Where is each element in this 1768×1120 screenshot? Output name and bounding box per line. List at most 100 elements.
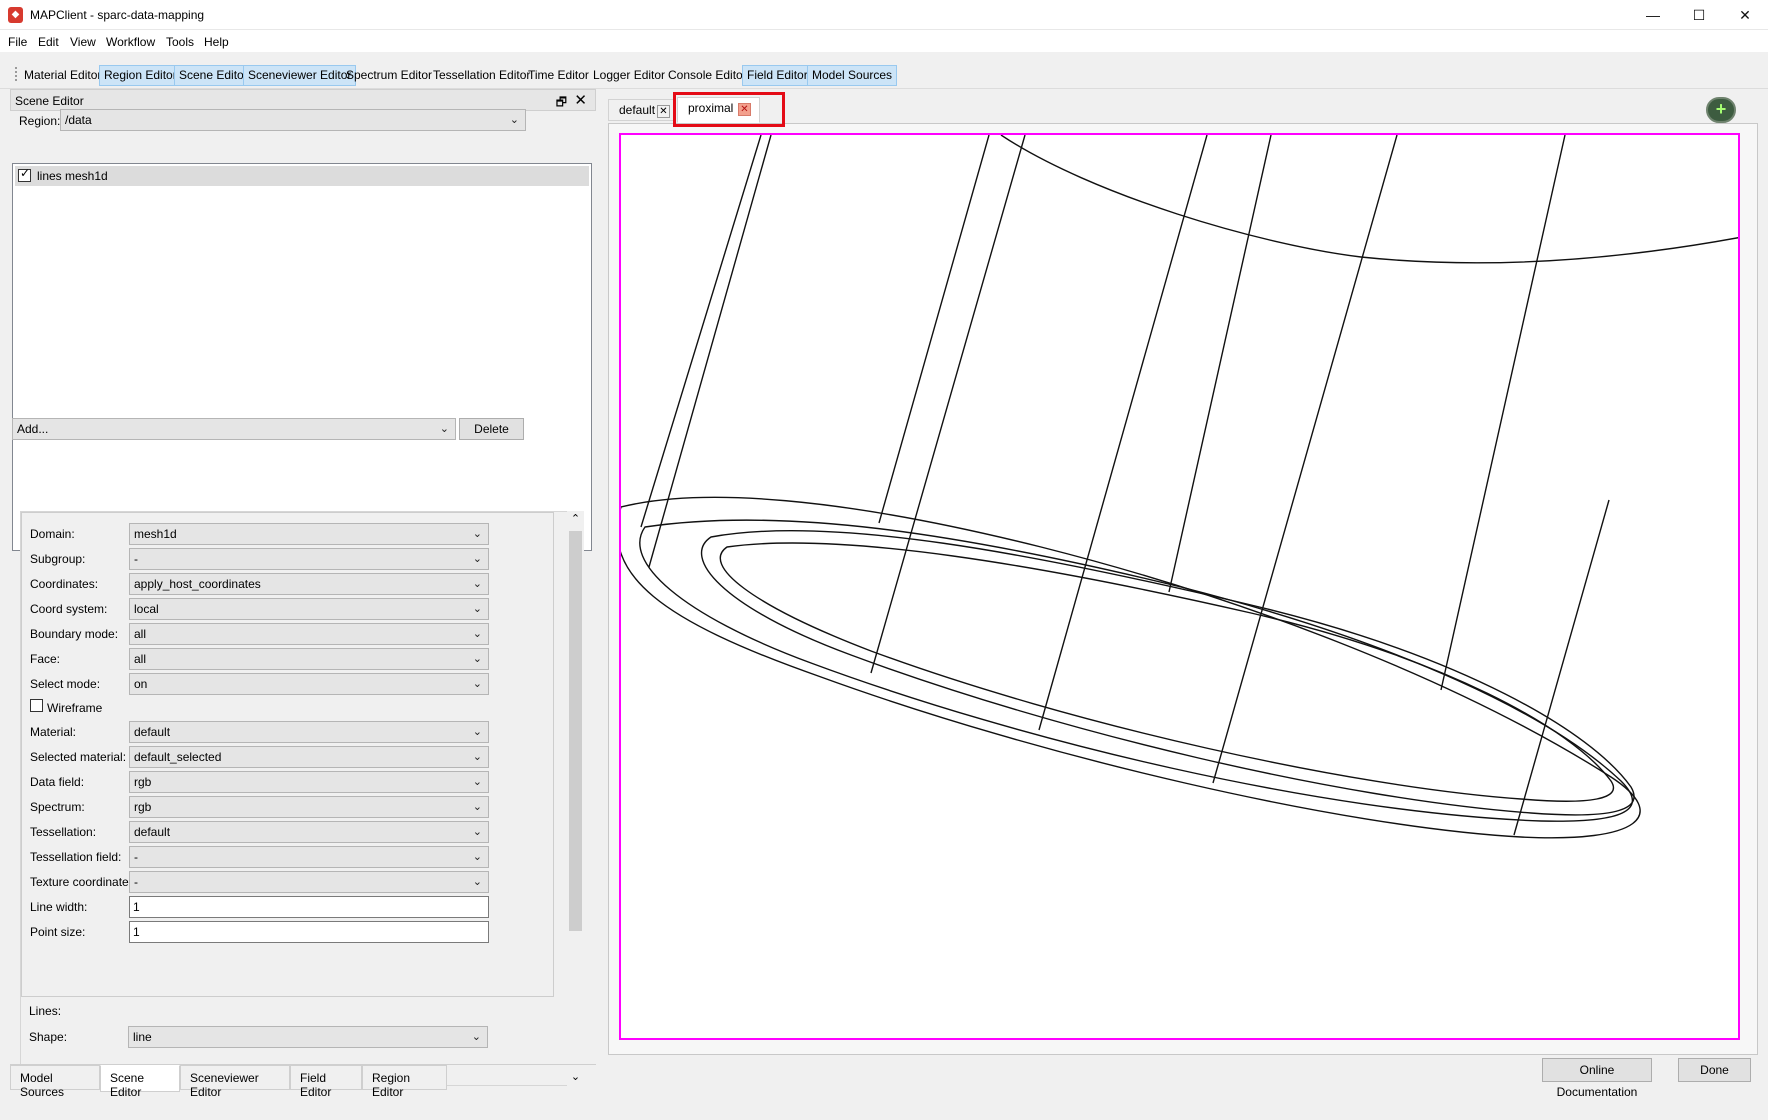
mesh-line (640, 135, 762, 528)
tab-field-editor[interactable]: Field Editor (290, 1065, 362, 1099)
wireframe-label: Wireframe (47, 701, 103, 715)
done-button[interactable]: Done (1678, 1058, 1751, 1082)
tab-default[interactable]: default ✕ (608, 99, 676, 121)
tab-model-sources[interactable]: Model Sources (10, 1065, 100, 1099)
tab-region-editor[interactable]: Region Editor (362, 1065, 447, 1099)
mesh-line (639, 519, 1634, 822)
sceneviewer-editor-button[interactable]: Sceneviewer Editor (243, 65, 357, 86)
graphics-label: lines mesh1d (37, 169, 108, 183)
coordinates-label: Coordinates: (30, 577, 99, 591)
region-dropdown[interactable]: /data ⌄ (60, 109, 526, 131)
point-size-field[interactable]: 1 (129, 921, 489, 943)
toolbar-grip[interactable] (15, 67, 17, 81)
mesh-graphics (621, 135, 1738, 839)
wireframe-checkbox[interactable] (30, 699, 43, 712)
menu-tools[interactable]: Tools (166, 35, 194, 49)
line-width-label: Line width: (30, 900, 88, 914)
graphics-list[interactable]: ✓ lines mesh1d (12, 163, 592, 551)
add-view-icon[interactable]: + (1706, 97, 1736, 123)
float-icon[interactable]: 🗗 (556, 93, 567, 114)
boundary-mode-dropdown[interactable]: all ⌄ (129, 623, 489, 645)
menu-view[interactable]: View (70, 35, 96, 49)
add-value: Add... (17, 422, 49, 436)
dock-title-bar[interactable]: Scene Editor 🗗 ✕ (10, 89, 596, 111)
add-graphics-dropdown[interactable]: Add... ⌄ (12, 418, 456, 440)
scroll-thumb[interactable] (569, 531, 582, 931)
chevron-down-icon: ⌄ (472, 678, 482, 690)
tessellation-editor-button[interactable]: Tessellation Editor (428, 65, 535, 86)
selected-material-dropdown[interactable]: default_selected ⌄ (129, 746, 489, 768)
graphics-visible-checkbox[interactable]: ✓ (18, 166, 31, 182)
subgroup-dropdown[interactable]: - ⌄ (129, 548, 489, 570)
field-editor-button[interactable]: Field Editor (742, 65, 813, 86)
scene-editor-button[interactable]: Scene Editor (174, 65, 253, 86)
spectrum-editor-button[interactable]: Spectrum Editor (341, 65, 437, 86)
texture-coordinates-value: - (134, 875, 138, 889)
face-dropdown[interactable]: all ⌄ (129, 648, 489, 670)
scroll-up-icon[interactable]: ⌃ (567, 511, 584, 528)
graphics-properties-panel: Domain: mesh1d ⌄ Subgroup: - ⌄ Coordinates… (20, 511, 572, 1086)
coord-system-label: Coord system: (30, 602, 108, 616)
spectrum-dropdown[interactable]: rgb ⌄ (129, 796, 489, 818)
tessellation-field-value: - (134, 850, 138, 864)
close-icon[interactable]: ✕ (574, 91, 587, 109)
mesh-line (648, 135, 772, 568)
tessellation-dropdown[interactable]: default ⌄ (129, 821, 489, 843)
maximize-button[interactable]: ☐ (1676, 0, 1722, 30)
title-bar: ◆ MAPClient - sparc-data-mapping — ☐ ✕ (0, 0, 1768, 30)
minimize-button[interactable]: — (1630, 0, 1676, 30)
scene-viewer: default ✕ proximal ✕ (608, 97, 1758, 1055)
chevron-down-icon: ⌄ (472, 776, 482, 788)
texture-coordinates-dropdown[interactable]: - ⌄ (129, 871, 489, 893)
subgroup-value: - (134, 552, 138, 566)
delete-button[interactable]: Delete (459, 418, 524, 440)
material-editor-button[interactable]: Material Editor (19, 65, 106, 86)
region-editor-button[interactable]: Region Editor (99, 65, 182, 86)
line-width-field[interactable]: 1 (129, 896, 489, 918)
console-editor-button[interactable]: Console Editor (663, 65, 752, 86)
region-label: Region: (19, 114, 61, 128)
online-documentation-button[interactable]: Online Documentation (1542, 1058, 1652, 1099)
chevron-down-icon: ⌄ (439, 423, 449, 435)
mesh-line (700, 529, 1635, 816)
domain-value: mesh1d (134, 527, 177, 541)
mesh-line (878, 135, 990, 524)
tessellation-value: default (134, 825, 171, 839)
menu-help[interactable]: Help (204, 35, 229, 49)
graphics-properties-group: Domain: mesh1d ⌄ Subgroup: - ⌄ Coordinates… (21, 512, 554, 997)
close-button[interactable]: ✕ (1722, 0, 1768, 30)
menu-file[interactable]: File (8, 35, 27, 49)
coord-system-dropdown[interactable]: local ⌄ (129, 598, 489, 620)
select-mode-dropdown[interactable]: on ⌄ (129, 673, 489, 695)
tab-default-close-icon[interactable]: ✕ (657, 105, 670, 118)
domain-dropdown[interactable]: mesh1d ⌄ (129, 523, 489, 545)
chevron-down-icon: ⌄ (472, 653, 482, 665)
tab-sceneviewer-editor[interactable]: Sceneviewer Editor (180, 1065, 290, 1099)
domain-label: Domain: (30, 527, 75, 541)
scene-canvas[interactable] (619, 133, 1740, 1040)
model-sources-button[interactable]: Model Sources (807, 65, 898, 86)
chevron-down-icon: ⌄ (472, 578, 482, 590)
coordinates-dropdown[interactable]: apply_host_coordinates ⌄ (129, 573, 489, 595)
region-value: /data (65, 113, 92, 127)
material-dropdown[interactable]: default ⌄ (129, 721, 489, 743)
shape-value: line (133, 1030, 152, 1044)
tab-scene-editor[interactable]: Scene Editor (100, 1065, 180, 1099)
menu-edit[interactable]: Edit (38, 35, 59, 49)
logger-editor-button[interactable]: Logger Editor (588, 65, 670, 86)
coord-system-value: local (134, 602, 159, 616)
dock-title: Scene Editor (15, 94, 84, 108)
select-mode-label: Select mode: (30, 677, 101, 691)
time-editor-button[interactable]: Time Editor (523, 65, 594, 86)
menu-workflow[interactable]: Workflow (106, 35, 155, 49)
chevron-down-icon: ⌄ (472, 851, 482, 863)
properties-scrollbar[interactable]: ⌃ ⌄ (567, 511, 584, 1086)
graphics-list-item[interactable]: ✓ lines mesh1d (15, 166, 589, 186)
tessellation-field-dropdown[interactable]: - ⌄ (129, 846, 489, 868)
mesh-line (1513, 499, 1610, 836)
editor-toolbar: Material Editor Region Editor Scene Edit… (0, 60, 1768, 88)
mesh-line (1038, 135, 1208, 731)
shape-dropdown[interactable]: line ⌄ (128, 1026, 488, 1048)
chevron-down-icon: ⌄ (472, 801, 482, 813)
data-field-dropdown[interactable]: rgb ⌄ (129, 771, 489, 793)
